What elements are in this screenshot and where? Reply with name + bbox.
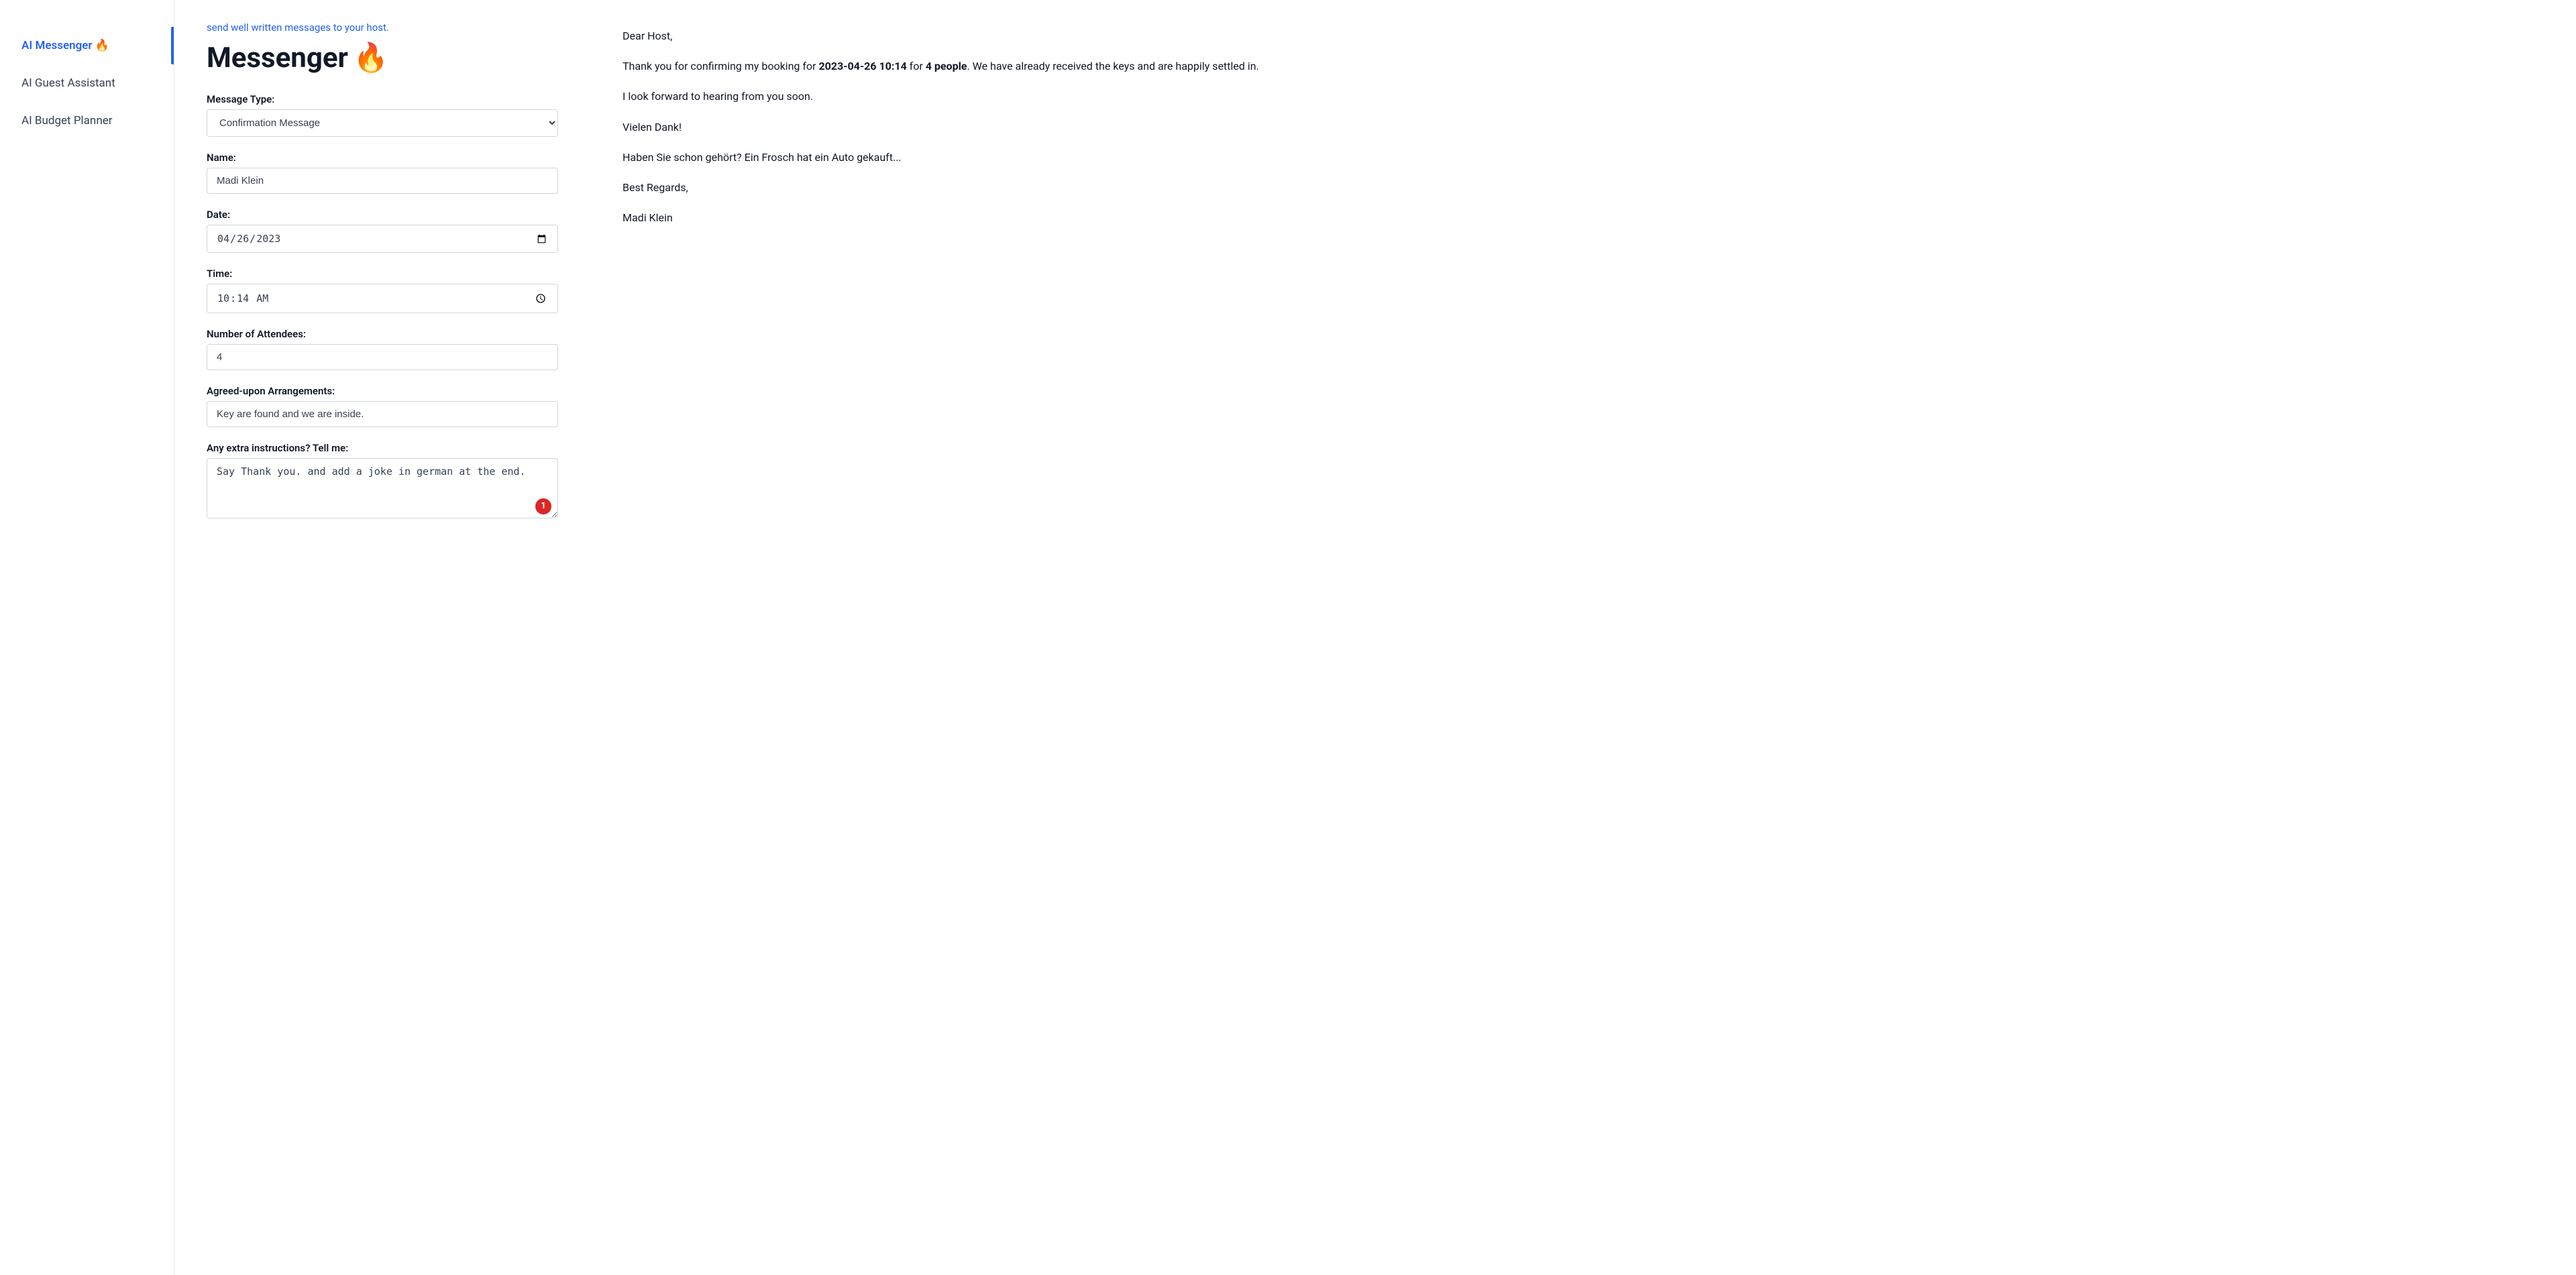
arrangements-input[interactable] [207, 401, 558, 427]
preview-line1: Thank you for confirming my booking for … [623, 57, 2544, 75]
preview-line1-people: 4 people [926, 60, 967, 72]
arrangements-label: Agreed-upon Arrangements: [207, 385, 558, 397]
time-label: Time: [207, 268, 558, 280]
app-title-text: Messenger [207, 42, 348, 74]
fire-icon: 🔥 [354, 42, 388, 74]
preview-line1-suffix: . We have already received the keys and … [967, 60, 1258, 72]
date-group: Date: [207, 209, 558, 253]
preview-greeting: Dear Host, [623, 27, 2544, 45]
name-input[interactable] [207, 168, 558, 194]
sidebar: AI Messenger 🔥 AI Guest Assistant AI Bud… [0, 0, 174, 1275]
instructions-textarea[interactable]: Say Thank you. and add a joke in german … [207, 458, 558, 518]
message-type-label: Message Type: [207, 93, 558, 105]
instructions-group: Any extra instructions? Tell me: Say Tha… [207, 442, 558, 521]
instructions-wrapper: Say Thank you. and add a joke in german … [207, 458, 558, 521]
date-label: Date: [207, 209, 558, 221]
preview-line3: Vielen Dank! [623, 118, 2544, 136]
time-input[interactable] [207, 284, 558, 313]
preview-name: Madi Klein [623, 209, 2544, 227]
preview-section: Dear Host, Thank you for confirming my b… [590, 0, 2576, 1275]
date-input[interactable] [207, 225, 558, 253]
attendees-label: Number of Attendees: [207, 328, 558, 340]
preview-line1-date: 2023-04-26 10:14 [818, 60, 906, 72]
preview-closing: Best Regards, [623, 178, 2544, 197]
name-group: Name: [207, 152, 558, 194]
sidebar-item-label: AI Messenger 🔥 [21, 39, 109, 52]
attendees-input[interactable] [207, 344, 558, 370]
tagline: send well written messages to your host. [207, 21, 558, 34]
attendees-group: Number of Attendees: [207, 328, 558, 370]
sidebar-item-ai-messenger[interactable]: AI Messenger 🔥 [0, 27, 174, 64]
name-label: Name: [207, 152, 558, 164]
preview-line1-prefix: Thank you for confirming my booking for [623, 60, 818, 72]
arrangements-group: Agreed-upon Arrangements: [207, 385, 558, 427]
preview-line2: I look forward to hearing from you soon. [623, 87, 2544, 105]
main-content: send well written messages to your host.… [174, 0, 2576, 1275]
message-type-group: Message Type: Confirmation Message Check… [207, 93, 558, 137]
sidebar-item-label: AI Budget Planner [21, 114, 112, 127]
preview-message: Dear Host, Thank you for confirming my b… [623, 27, 2544, 227]
time-group: Time: [207, 268, 558, 313]
sidebar-item-ai-guest-assistant[interactable]: AI Guest Assistant [0, 64, 174, 102]
sidebar-item-label: AI Guest Assistant [21, 76, 115, 90]
app-title: Messenger 🔥 [207, 42, 558, 74]
preview-line4: Haben Sie schon gehört? Ein Frosch hat e… [623, 148, 2544, 166]
instructions-label: Any extra instructions? Tell me: [207, 442, 558, 454]
preview-line1-mid: for [907, 60, 926, 72]
message-type-select[interactable]: Confirmation Message Check-in Message Ch… [207, 109, 558, 137]
sidebar-item-ai-budget-planner[interactable]: AI Budget Planner [0, 102, 174, 140]
form-section: send well written messages to your host.… [174, 0, 590, 1275]
